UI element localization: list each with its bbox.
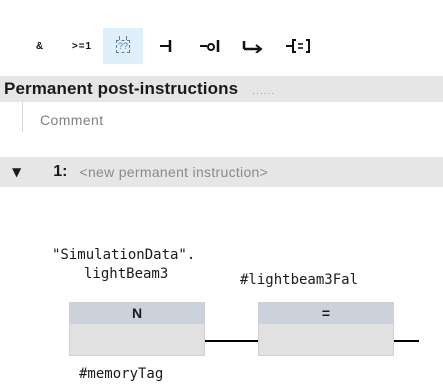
block1-operand-line1[interactable]: "SimulationData". (52, 247, 195, 263)
output-wire (394, 340, 419, 342)
open-branch-icon (242, 41, 263, 53)
comment-field[interactable]: Comment (40, 112, 103, 128)
assignment-block[interactable]: = (258, 302, 394, 356)
edge-detect-block-type: N (70, 303, 204, 324)
instruction-toolbar: & >=1 ?? (0, 0, 443, 76)
nc-contact-button[interactable] (190, 28, 230, 64)
comment-row: Comment (0, 102, 443, 146)
empty-box-icon: ?? (115, 35, 130, 53)
connection-wire (205, 340, 258, 342)
network-title[interactable]: <new permanent instruction> (79, 164, 268, 180)
section-title: Permanent post-instructions (4, 79, 239, 98)
network-number: 1: (53, 163, 68, 180)
and-box-button[interactable]: & (22, 28, 58, 64)
section-comment-placeholder: ...... (252, 87, 276, 97)
assignment-button[interactable] (276, 28, 320, 64)
no-contact-button[interactable] (147, 28, 187, 64)
assignment-block-type: = (259, 303, 393, 324)
block1-memory-operand[interactable]: #memoryTag (79, 366, 163, 382)
section-header[interactable]: Permanent post-instructions ...... (0, 76, 443, 102)
or-box-icon: >=1 (71, 40, 93, 52)
comment-rail (22, 102, 23, 132)
open-branch-button[interactable] (233, 28, 273, 64)
network-header[interactable]: ▼ 1: <new permanent instruction> (0, 157, 443, 187)
block1-operand-line2[interactable]: lightBeam3 (84, 266, 168, 282)
block2-operand[interactable]: #lightbeam3Fal (240, 272, 358, 288)
edge-detect-block[interactable]: N (69, 302, 205, 356)
nc-contact-icon (200, 40, 220, 52)
assignment-icon (286, 39, 310, 53)
collapse-triangle-icon[interactable]: ▼ (12, 165, 21, 179)
no-contact-icon (160, 40, 172, 52)
and-box-icon: & (35, 40, 45, 52)
or-box-button[interactable]: >=1 (62, 28, 102, 64)
empty-box-button[interactable]: ?? (103, 28, 143, 64)
